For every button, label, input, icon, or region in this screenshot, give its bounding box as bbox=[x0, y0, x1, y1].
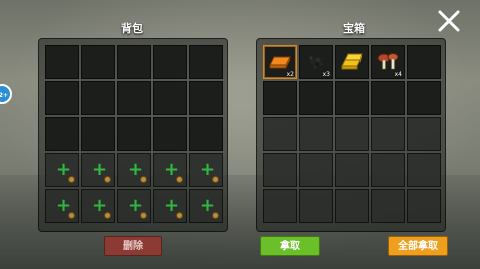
chest-grid: x2 x3 x4 bbox=[263, 45, 441, 223]
backpack-locked-slot[interactable]: + bbox=[153, 153, 187, 187]
item-quantity: x3 bbox=[322, 71, 330, 78]
backpack-slot[interactable] bbox=[81, 81, 115, 115]
item-quantity: x2 bbox=[286, 71, 294, 78]
chest-slot[interactable] bbox=[371, 189, 405, 223]
coal-icon bbox=[303, 49, 329, 73]
backpack-slot[interactable] bbox=[117, 81, 151, 115]
backpack-locked-slot[interactable]: + bbox=[81, 189, 115, 223]
cost-coin-icon bbox=[104, 176, 111, 183]
backpack-locked-slot[interactable]: + bbox=[117, 153, 151, 187]
backpack-slot[interactable] bbox=[45, 117, 79, 151]
cost-coin-icon bbox=[68, 176, 75, 183]
backpack-slot[interactable] bbox=[189, 81, 223, 115]
backpack-slot[interactable] bbox=[45, 45, 79, 79]
chest-item-slot[interactable]: x4 bbox=[371, 45, 405, 79]
backpack-panel: + + + + + + + + + + bbox=[38, 38, 228, 232]
backpack-title: 背包 bbox=[121, 22, 143, 35]
cost-coin-icon bbox=[176, 176, 183, 183]
cost-coin-icon bbox=[176, 212, 183, 219]
chest-title: 宝箱 bbox=[343, 22, 365, 35]
chest-slot[interactable] bbox=[335, 153, 369, 187]
chest-item-slot[interactable]: x2 bbox=[263, 45, 297, 79]
backpack-slot[interactable] bbox=[153, 45, 187, 79]
chest-panel: x2 x3 x4 bbox=[256, 38, 446, 232]
chest-slot[interactable] bbox=[407, 117, 441, 151]
chest-slot[interactable] bbox=[335, 81, 369, 115]
cost-coin-icon bbox=[104, 212, 111, 219]
chest-slot[interactable] bbox=[335, 117, 369, 151]
cost-coin-icon bbox=[212, 176, 219, 183]
delete-button[interactable]: 删除 bbox=[104, 236, 162, 256]
backpack-locked-slot[interactable]: + bbox=[81, 153, 115, 187]
backpack-grid: + + + + + + + + + + bbox=[45, 45, 223, 223]
backpack-slot[interactable] bbox=[153, 81, 187, 115]
backpack-locked-slot[interactable]: + bbox=[117, 189, 151, 223]
backpack-slot[interactable] bbox=[81, 45, 115, 79]
chest-slot[interactable] bbox=[407, 45, 441, 79]
backpack-locked-slot[interactable]: + bbox=[45, 189, 79, 223]
chest-slot[interactable] bbox=[263, 117, 297, 151]
backpack-slot[interactable] bbox=[81, 117, 115, 151]
backpack-slot[interactable] bbox=[189, 117, 223, 151]
copper-ingot-icon bbox=[267, 49, 293, 73]
backpack-slot[interactable] bbox=[45, 81, 79, 115]
chest-slot[interactable] bbox=[299, 189, 333, 223]
backpack-locked-slot[interactable]: + bbox=[45, 153, 79, 187]
chest-item-slot[interactable]: x3 bbox=[299, 45, 333, 79]
chest-slot[interactable] bbox=[371, 153, 405, 187]
chest-slot[interactable] bbox=[407, 189, 441, 223]
chest-slot[interactable] bbox=[335, 189, 369, 223]
cost-coin-icon bbox=[212, 212, 219, 219]
cost-coin-icon bbox=[140, 176, 147, 183]
gold-ingot-icon bbox=[339, 49, 365, 73]
item-quantity: x4 bbox=[394, 71, 402, 78]
chest-slot[interactable] bbox=[263, 153, 297, 187]
backpack-slot[interactable] bbox=[117, 45, 151, 79]
chest-slot[interactable] bbox=[263, 81, 297, 115]
chest-slot[interactable] bbox=[263, 189, 297, 223]
chest-slot[interactable] bbox=[407, 81, 441, 115]
chest-slot[interactable] bbox=[299, 117, 333, 151]
mushroom-icon bbox=[375, 49, 401, 73]
chest-slot[interactable] bbox=[299, 153, 333, 187]
backpack-locked-slot[interactable]: + bbox=[189, 153, 223, 187]
cost-coin-icon bbox=[140, 212, 147, 219]
chest-item-slot[interactable] bbox=[335, 45, 369, 79]
chest-slot[interactable] bbox=[407, 153, 441, 187]
close-icon[interactable] bbox=[436, 8, 462, 34]
chest-slot[interactable] bbox=[371, 81, 405, 115]
backpack-locked-slot[interactable]: + bbox=[153, 189, 187, 223]
take-button[interactable]: 拿取 bbox=[260, 236, 320, 256]
chest-slot[interactable] bbox=[371, 117, 405, 151]
backpack-slot[interactable] bbox=[117, 117, 151, 151]
backpack-locked-slot[interactable]: + bbox=[189, 189, 223, 223]
chest-slot[interactable] bbox=[299, 81, 333, 115]
backpack-slot[interactable] bbox=[189, 45, 223, 79]
take-all-button[interactable]: 全部拿取 bbox=[388, 236, 448, 256]
cost-coin-icon bbox=[68, 212, 75, 219]
backpack-slot[interactable] bbox=[153, 117, 187, 151]
